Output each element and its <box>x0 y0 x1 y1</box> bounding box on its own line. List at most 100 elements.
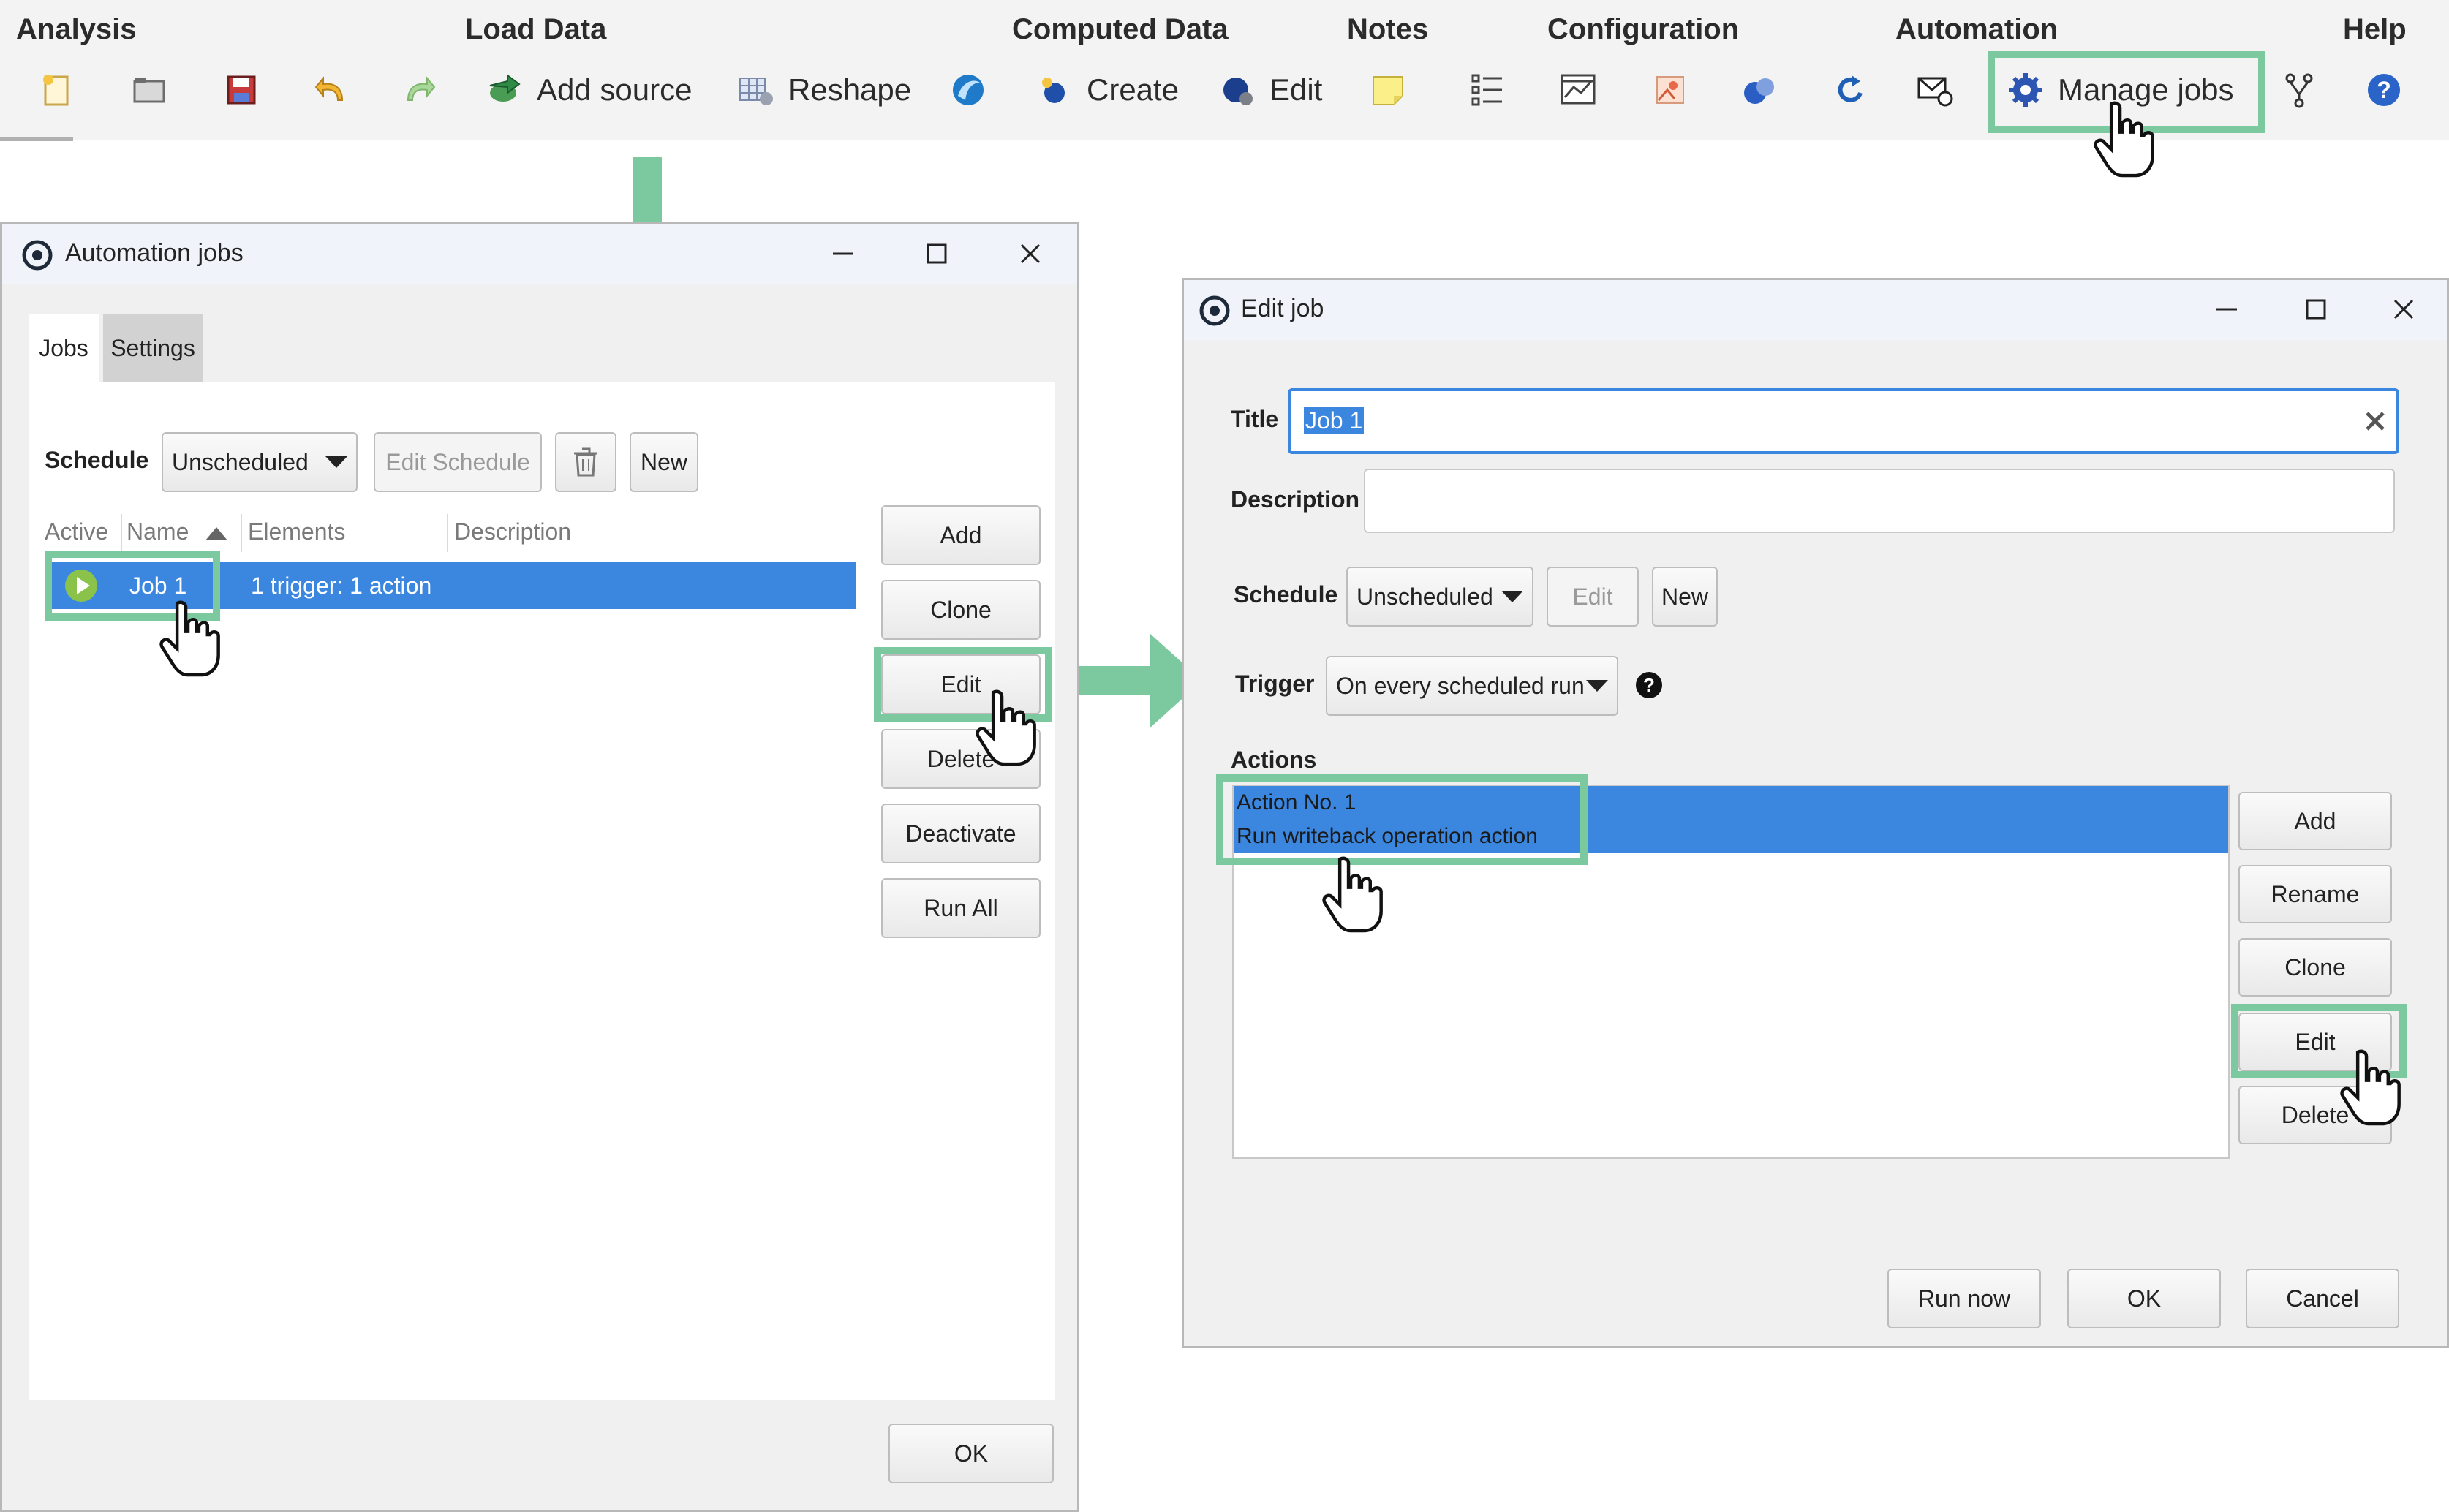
edit-job-title: Edit job <box>1241 295 1324 322</box>
list-icon <box>1468 71 1506 109</box>
list-config-button[interactable] <box>1468 66 1506 114</box>
ok-button[interactable]: OK <box>2067 1269 2221 1328</box>
active-play-icon[interactable] <box>64 568 99 603</box>
rename-action-button[interactable]: Rename <box>2238 865 2392 923</box>
schedule-dropdown[interactable]: Unscheduled <box>1346 567 1533 627</box>
chevron-down-icon <box>1586 680 1608 692</box>
schedule-label: Schedule <box>1234 581 1338 608</box>
job-name-cell: Job 1 <box>129 572 187 599</box>
close-icon[interactable] <box>1011 235 1049 273</box>
automation-jobs-window: Automation jobs Jobs Settings Schedule U… <box>0 222 1079 1512</box>
run-all-button[interactable]: Run All <box>881 878 1041 938</box>
computed-data-button[interactable] <box>949 66 987 114</box>
cancel-button[interactable]: Cancel <box>2246 1269 2399 1328</box>
app-logo-icon <box>22 240 53 271</box>
clear-icon[interactable] <box>2361 407 2389 435</box>
ribbon-group-load-data: Load Data <box>465 13 607 45</box>
minimize-icon[interactable] <box>2208 290 2246 328</box>
image-config-button[interactable] <box>1651 66 1689 114</box>
create-button[interactable]: Create <box>1035 66 1179 114</box>
description-label: Description <box>1231 486 1360 513</box>
tab-settings[interactable]: Settings <box>103 314 203 382</box>
ok-button[interactable]: OK <box>888 1424 1054 1483</box>
branch-button[interactable] <box>2280 66 2318 114</box>
reshape-label: Reshape <box>788 72 912 107</box>
ribbon-group-automation: Automation <box>1895 13 2059 45</box>
help-icon[interactable]: ? <box>1634 670 1664 700</box>
column-header-elements[interactable]: Elements <box>248 518 345 545</box>
list-item[interactable]: Action No. 1 Run writeback operation act… <box>1234 786 2228 853</box>
add-action-button[interactable]: Add <box>2238 792 2392 850</box>
maximize-icon[interactable] <box>918 235 956 273</box>
add-job-button[interactable]: Add <box>881 505 1041 565</box>
redo-button[interactable] <box>399 66 437 114</box>
tab-jobs[interactable]: Jobs <box>29 314 99 382</box>
edit-computed-button[interactable]: Edit <box>1218 66 1322 114</box>
ribbon-group-configuration: Configuration <box>1547 13 1740 45</box>
email-button[interactable] <box>1916 66 1954 114</box>
open-folder-icon <box>130 71 168 109</box>
create-icon <box>1035 71 1073 109</box>
trash-icon <box>574 447 597 477</box>
connections-icon <box>1740 71 1778 109</box>
column-header-name[interactable]: Name <box>127 518 189 545</box>
trigger-label: Trigger <box>1235 670 1315 697</box>
automation-jobs-titlebar: Automation jobs <box>2 224 1077 284</box>
close-icon[interactable] <box>2385 290 2423 328</box>
add-source-icon <box>486 71 524 109</box>
new-file-icon <box>38 71 76 109</box>
ribbon-group-help: Help <box>2343 13 2407 45</box>
ribbon-group-analysis: Analysis <box>16 13 137 45</box>
add-source-label: Add source <box>537 72 693 107</box>
hand-cursor-icon <box>2340 1049 2401 1126</box>
maximize-icon[interactable] <box>2297 290 2335 328</box>
chart-config-button[interactable] <box>1559 66 1597 114</box>
action-name: Action No. 1 <box>1237 790 1356 814</box>
actions-list: Action No. 1 Run writeback operation act… <box>1232 785 2230 1159</box>
app-logo-icon <box>1199 295 1230 326</box>
help-button[interactable]: ? <box>2365 66 2403 114</box>
save-icon <box>222 71 260 109</box>
help-icon: ? <box>2365 71 2403 109</box>
hand-cursor-icon <box>976 689 1036 766</box>
redo-icon <box>399 71 437 109</box>
undo-button[interactable] <box>313 66 351 114</box>
action-type: Run writeback operation action <box>1237 824 1538 848</box>
ribbon-tab-indicator <box>0 137 73 141</box>
new-file-button[interactable] <box>38 66 76 114</box>
ribbon-toolbar: Analysis Load Data Computed Data Notes C… <box>0 0 2449 140</box>
run-now-button[interactable]: Run now <box>1887 1269 2041 1328</box>
sticky-note-icon <box>1369 71 1407 109</box>
deactivate-job-button[interactable]: Deactivate <box>881 804 1041 863</box>
delete-schedule-button[interactable] <box>555 432 616 492</box>
connections-button[interactable] <box>1740 66 1778 114</box>
open-file-button[interactable] <box>130 66 168 114</box>
hand-cursor-icon <box>2094 101 2154 178</box>
reshape-icon <box>737 71 775 109</box>
new-schedule-button[interactable]: New <box>630 432 698 492</box>
clone-action-button[interactable]: Clone <box>2238 938 2392 997</box>
description-input[interactable] <box>1364 469 2395 533</box>
new-schedule-button[interactable]: New <box>1652 567 1718 627</box>
edit-schedule-button[interactable]: Edit Schedule <box>374 432 542 492</box>
schedule-dropdown-value: Unscheduled <box>1356 583 1493 610</box>
automation-jobs-title: Automation jobs <box>65 239 244 267</box>
chevron-down-icon <box>325 456 347 468</box>
branch-icon <box>2280 71 2318 109</box>
schedule-dropdown[interactable]: Unscheduled <box>162 432 358 492</box>
clone-job-button[interactable]: Clone <box>881 580 1041 640</box>
edit-schedule-button[interactable]: Edit <box>1547 567 1639 627</box>
column-header-active[interactable]: Active <box>45 518 108 545</box>
trigger-dropdown-value: On every scheduled run <box>1336 672 1585 699</box>
hand-cursor-icon <box>1322 856 1383 933</box>
refresh-button[interactable] <box>1833 66 1871 114</box>
title-label: Title <box>1231 406 1279 432</box>
trigger-dropdown[interactable]: On every scheduled run <box>1326 656 1618 716</box>
add-source-button[interactable]: Add source <box>486 66 692 114</box>
note-button[interactable] <box>1369 66 1407 114</box>
save-button[interactable] <box>222 66 260 114</box>
column-header-description[interactable]: Description <box>454 518 571 545</box>
reshape-button[interactable]: Reshape <box>737 66 911 114</box>
minimize-icon[interactable] <box>824 235 862 273</box>
title-input[interactable]: Job 1 <box>1288 388 2399 454</box>
